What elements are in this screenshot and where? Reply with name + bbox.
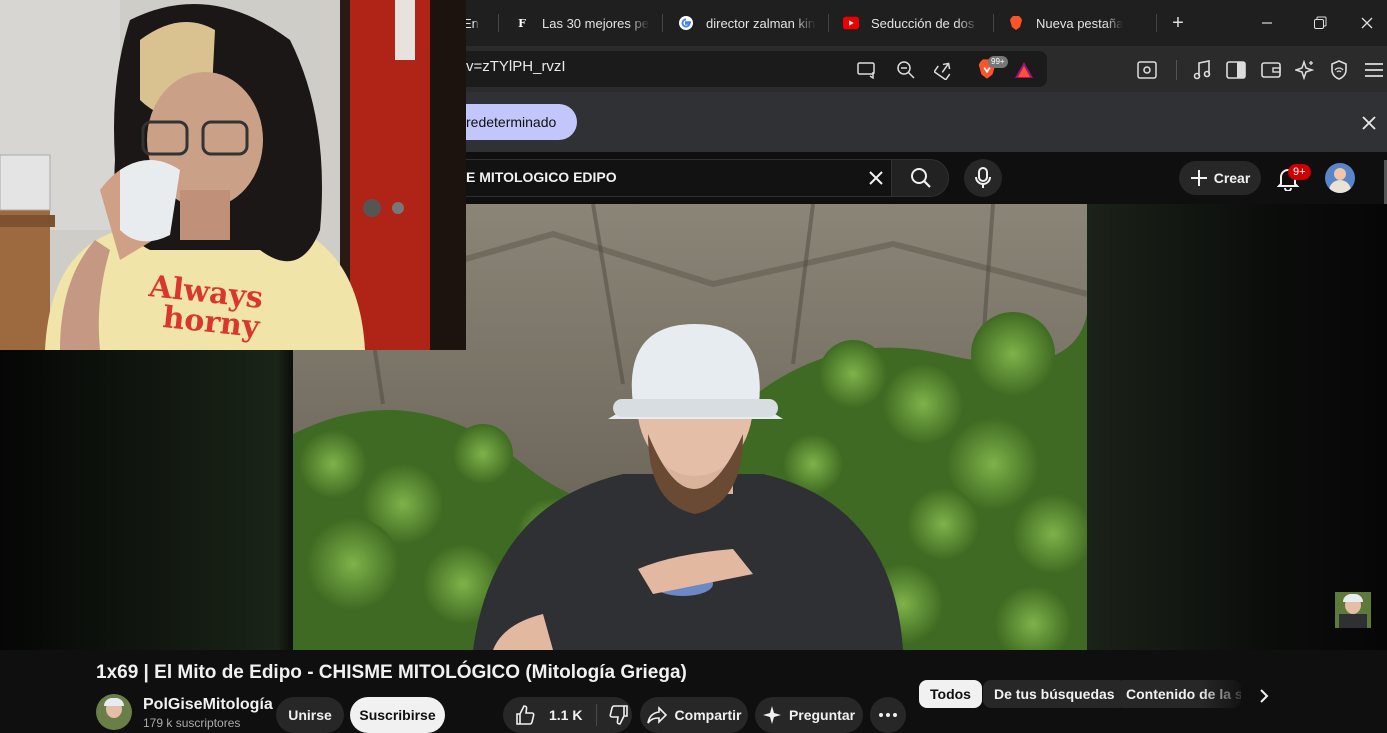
- thumbs-down-icon: [609, 705, 629, 725]
- restore-button[interactable]: [1300, 8, 1340, 38]
- more-actions-button[interactable]: [870, 697, 906, 733]
- plus-icon: [1190, 170, 1207, 186]
- more-icon: [879, 713, 897, 717]
- voice-search-button[interactable]: [964, 159, 1002, 197]
- screenshot-icon[interactable]: [1135, 58, 1159, 82]
- subscribe-button[interactable]: Suscribirse: [350, 697, 445, 733]
- leo-ai-icon[interactable]: [1293, 58, 1317, 82]
- restore-icon: [1314, 16, 1327, 29]
- youtube-red-icon: [843, 15, 859, 31]
- infobar-close-button[interactable]: [1358, 112, 1380, 134]
- share-arrow-icon: [646, 706, 667, 724]
- plus-icon: +: [1172, 11, 1184, 34]
- channel-name[interactable]: PolGiseMitología: [143, 696, 273, 714]
- tab-title: director zalman king: [706, 15, 816, 31]
- share-button[interactable]: Compartir: [640, 697, 748, 733]
- chips-next-button[interactable]: [1250, 682, 1278, 710]
- new-tab-button[interactable]: +: [1158, 8, 1198, 38]
- close-icon: [869, 171, 883, 185]
- close-icon: [1362, 116, 1376, 130]
- tab-new-tab[interactable]: Nueva pestaña: [1008, 8, 1148, 38]
- search-button[interactable]: [891, 159, 949, 197]
- close-window-button[interactable]: [1347, 8, 1387, 38]
- tab-title: Seducción de dos lu: [871, 15, 979, 31]
- subscribe-label: Suscribirse: [359, 707, 436, 723]
- create-label: Crear: [1213, 170, 1251, 186]
- video-ambient-glow: [1087, 204, 1387, 650]
- join-button[interactable]: Unirse: [276, 697, 344, 733]
- tab-filmscore[interactable]: F Las 30 mejores pelí: [514, 8, 650, 38]
- minimize-icon: [1262, 22, 1272, 24]
- shields-count-badge: 99+: [988, 56, 1008, 68]
- music-icon[interactable]: [1190, 58, 1214, 82]
- thumbs-up-icon: [516, 705, 535, 725]
- zoom-icon[interactable]: [894, 58, 918, 82]
- share-icon[interactable]: [932, 58, 956, 82]
- like-dislike-group: 1.1 K: [503, 697, 632, 733]
- address-bar-url[interactable]: v=zTYlPH_rvzI: [466, 58, 566, 75]
- video-title: 1x69 | El Mito de Edipo - CHISME MITOLÓG…: [96, 662, 687, 683]
- channel-avatar[interactable]: [96, 694, 132, 730]
- ask-button[interactable]: Preguntar: [755, 697, 863, 733]
- menu-icon[interactable]: [1362, 58, 1386, 82]
- ask-label: Preguntar: [788, 707, 856, 723]
- brave-icon: [1008, 15, 1024, 31]
- microphone-icon: [975, 167, 991, 188]
- wallet-icon[interactable]: [1259, 58, 1283, 82]
- chevron-right-icon: [1260, 689, 1269, 703]
- channel-watermark[interactable]: [1335, 592, 1371, 628]
- search-icon: [911, 168, 931, 188]
- account-avatar[interactable]: [1325, 163, 1355, 193]
- vpn-icon[interactable]: [1327, 58, 1351, 82]
- tab-title: Nueva pestaña: [1036, 15, 1124, 31]
- join-label: Unirse: [288, 707, 332, 723]
- share-label: Compartir: [674, 707, 742, 723]
- google-icon: [678, 15, 694, 31]
- sidebar-icon[interactable]: [1224, 58, 1248, 82]
- clear-search-button[interactable]: [864, 166, 888, 190]
- create-button[interactable]: Crear: [1179, 161, 1261, 195]
- close-icon: [1361, 17, 1373, 29]
- minimize-button[interactable]: [1247, 8, 1287, 38]
- subscriber-count: 179 k suscriptores: [143, 716, 241, 730]
- chip-from-searches[interactable]: De tus búsquedas: [983, 680, 1126, 708]
- notifications-badge: 9+: [1288, 164, 1311, 180]
- tab-youtube[interactable]: Seducción de dos lu: [843, 8, 979, 38]
- webcam-overlay: Always horny: [0, 0, 466, 350]
- tab-title: Las 30 mejores pelí: [542, 15, 650, 31]
- dislike-button[interactable]: [607, 703, 631, 727]
- filmscore-icon: F: [518, 16, 526, 30]
- search-query[interactable]: E MITOLOGICO EDIPO: [466, 169, 617, 185]
- chip-all[interactable]: Todos: [919, 680, 982, 708]
- tab-google-search[interactable]: director zalman king: [678, 8, 816, 38]
- webcam-scene: Always horny: [0, 0, 466, 350]
- cast-icon[interactable]: [855, 58, 879, 82]
- brave-rewards-icon[interactable]: [1012, 58, 1036, 82]
- like-count: 1.1 K: [549, 707, 583, 723]
- like-button[interactable]: [513, 703, 537, 727]
- sparkle-icon: [762, 706, 781, 724]
